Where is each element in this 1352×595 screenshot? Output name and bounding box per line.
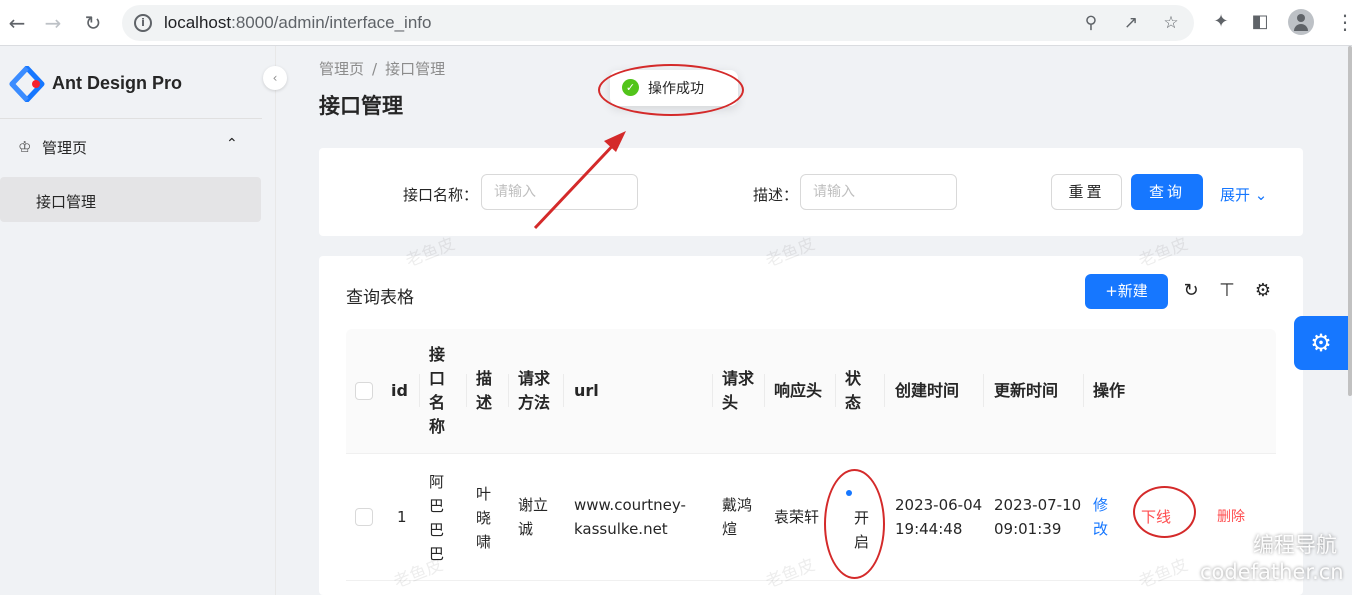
- site-info-icon[interactable]: i: [134, 14, 152, 32]
- table-card: 查询表格 +新建 ↻ ⊤ ⚙ id 接口名称 描述 请求方法 url 请求头 响…: [319, 256, 1303, 595]
- column-header-status-text: 状态: [845, 369, 862, 412]
- column-header-created[interactable]: 创建时间: [895, 379, 959, 403]
- search-input-description[interactable]: [800, 174, 957, 210]
- cell-response-header: 袁荣轩: [774, 508, 820, 526]
- cell-request-header: 戴鸿煊: [722, 496, 753, 538]
- extensions-icon[interactable]: ✦: [1210, 11, 1232, 33]
- table-title: 查询表格: [346, 288, 414, 308]
- table-header: id 接口名称 描述 请求方法 url 请求头 响应头 状态 创建时间 更新时间…: [346, 329, 1276, 454]
- column-divider: [466, 374, 467, 407]
- share-icon[interactable]: ↗: [1120, 12, 1142, 34]
- plus-icon: +: [1105, 282, 1118, 300]
- menu-group-label: 管理页: [42, 139, 88, 157]
- annotation-ellipse-status: [824, 469, 885, 579]
- column-divider: [764, 374, 765, 407]
- column-header-url[interactable]: url: [574, 379, 599, 403]
- column-header-id[interactable]: id: [391, 379, 408, 403]
- field-label-description: 描述：: [753, 186, 799, 204]
- cell-id: 1: [397, 508, 407, 526]
- select-all-checkbox[interactable]: [355, 382, 373, 400]
- settings-drawer-button[interactable]: ⚙: [1294, 316, 1348, 370]
- column-header-updated[interactable]: 更新时间: [994, 379, 1058, 403]
- reset-button[interactable]: 重置: [1051, 174, 1122, 210]
- site-watermark-url: codefather.cn: [1200, 560, 1344, 584]
- column-divider: [884, 374, 885, 407]
- column-divider: [508, 374, 509, 407]
- profile-avatar-icon[interactable]: [1288, 9, 1314, 35]
- delete-link[interactable]: 删除: [1217, 505, 1245, 529]
- sidebar: Ant Design Pro ‹ ♔ 管理页 ⌃ 接口管理: [0, 46, 287, 595]
- column-header-method[interactable]: 请求方法: [518, 367, 554, 415]
- expand-toggle[interactable]: 展开 ⌄: [1220, 184, 1267, 205]
- breadcrumb-separator: /: [372, 60, 378, 78]
- field-label-name: 接口名称：: [403, 186, 479, 204]
- breadcrumb-item[interactable]: 管理页: [319, 60, 364, 78]
- column-header-name-text: 接口名称: [429, 345, 446, 436]
- column-header-description[interactable]: 描述: [476, 367, 492, 415]
- column-divider: [835, 374, 836, 407]
- forward-icon[interactable]: →: [40, 10, 66, 36]
- address-bar[interactable]: i localhost:8000/admin/interface_info ⚲ …: [122, 5, 1194, 41]
- back-icon[interactable]: ←: [4, 10, 30, 36]
- column-divider: [983, 374, 984, 407]
- side-panel-icon[interactable]: ◧: [1249, 11, 1271, 33]
- page-scrollbar[interactable]: [1348, 46, 1352, 396]
- zoom-icon[interactable]: ⚲: [1080, 12, 1102, 34]
- column-header-status[interactable]: 状态: [845, 367, 861, 415]
- crown-icon: ♔: [18, 138, 32, 156]
- browser-menu-icon[interactable]: ⋮: [1335, 9, 1352, 35]
- search-form: 接口名称： 描述： 重置 查询 展开 ⌄: [319, 148, 1303, 236]
- browser-toolbar: ← → ↻ i localhost:8000/admin/interface_i…: [0, 0, 1352, 46]
- search-input-name[interactable]: [481, 174, 638, 210]
- column-divider: [712, 374, 713, 407]
- site-watermark-title: 编程导航: [1253, 533, 1337, 557]
- column-header-name[interactable]: 接口名称: [429, 343, 445, 439]
- sidebar-item-label: 接口管理: [36, 193, 97, 211]
- annotation-ellipse-offline: [1133, 486, 1196, 538]
- new-button-label: 新建: [1117, 282, 1148, 300]
- column-header-request-header[interactable]: 请求头: [722, 367, 758, 415]
- gear-icon: ⚙: [1310, 329, 1332, 357]
- new-button[interactable]: +新建: [1085, 274, 1168, 309]
- cell-url: www.courtney-kassulke.net: [574, 496, 686, 538]
- reload-table-icon[interactable]: ↻: [1180, 280, 1202, 302]
- cell-description-text: 叶晓啸: [476, 485, 492, 551]
- cell-description: 叶晓啸: [476, 482, 492, 554]
- breadcrumb-item[interactable]: 接口管理: [385, 60, 445, 78]
- sidebar-divider: [0, 118, 262, 119]
- column-header-description-text: 描述: [476, 369, 493, 412]
- annotation-ellipse-toast: [598, 64, 744, 116]
- reload-icon[interactable]: ↻: [80, 10, 106, 36]
- bookmark-star-icon[interactable]: ☆: [1160, 12, 1182, 34]
- chevron-up-icon: ⌃: [226, 136, 238, 152]
- column-divider: [1083, 374, 1084, 407]
- expand-label: 展开: [1220, 186, 1251, 204]
- page-title: 接口管理: [319, 94, 403, 118]
- ant-design-logo-icon: [9, 66, 45, 102]
- menu-group-admin[interactable]: ♔ 管理页 ⌃: [0, 126, 262, 168]
- density-icon[interactable]: ⊤: [1216, 280, 1238, 302]
- column-divider: [419, 374, 420, 407]
- column-divider: [563, 374, 564, 407]
- url-text[interactable]: localhost:8000/admin/interface_info: [164, 13, 431, 33]
- column-header-response-header[interactable]: 响应头: [774, 379, 822, 403]
- brand-title[interactable]: Ant Design Pro: [52, 73, 182, 94]
- column-settings-icon[interactable]: ⚙: [1252, 280, 1274, 302]
- collapse-sider-icon[interactable]: ‹: [263, 66, 287, 90]
- cell-updated: 2023-07-10 09:01:39: [994, 496, 1082, 538]
- sidebar-item-interface-manage[interactable]: 接口管理: [0, 177, 261, 222]
- chevron-down-icon: ⌄: [1254, 186, 1268, 204]
- row-checkbox[interactable]: [355, 508, 373, 526]
- edit-link[interactable]: 修改: [1093, 493, 1113, 541]
- query-button[interactable]: 查询: [1131, 174, 1203, 210]
- breadcrumb: 管理页 / 接口管理: [319, 58, 445, 79]
- cell-method: 谢立诚: [518, 496, 549, 538]
- cell-created: 2023-06-04 19:44:48: [895, 496, 983, 538]
- column-header-actions: 操作: [1093, 381, 1126, 400]
